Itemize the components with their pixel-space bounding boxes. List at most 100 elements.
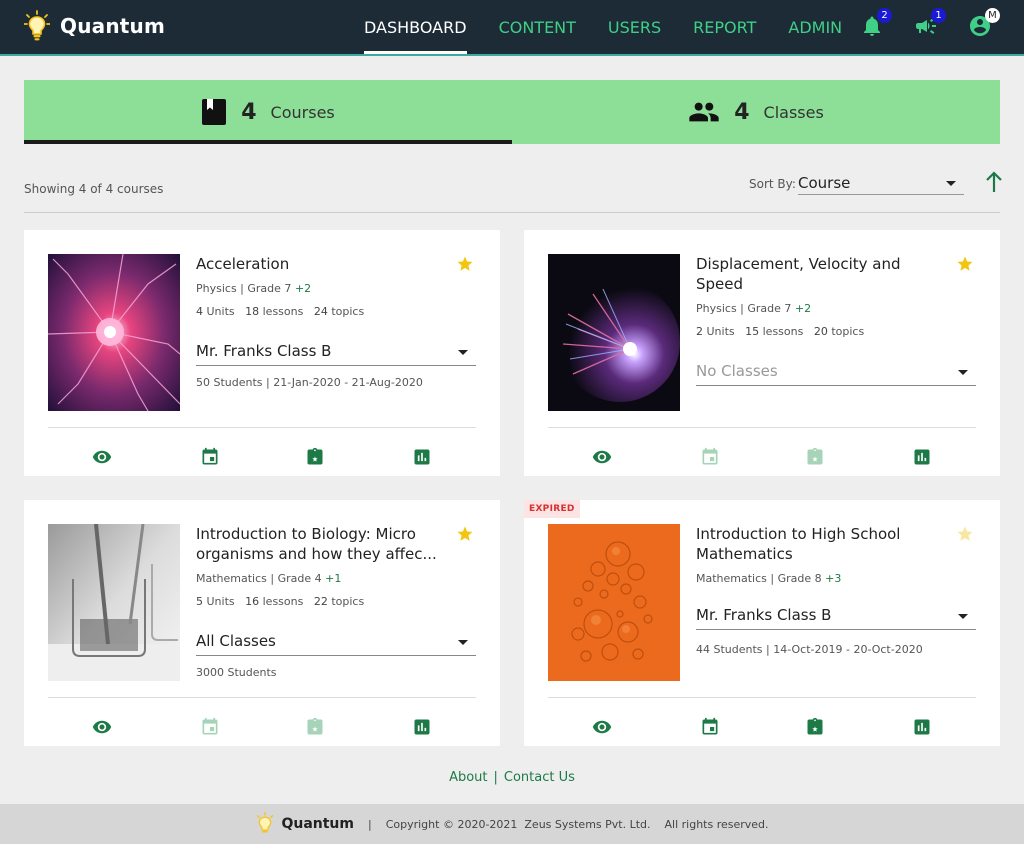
class-select[interactable]: No Classes [696, 358, 976, 386]
course-grade: Grade 7 [247, 282, 292, 295]
toolbar-divider [24, 212, 1000, 213]
lessons-count: 16 [245, 595, 260, 608]
calendar-icon [702, 447, 718, 465]
courses-count: 4 [241, 99, 257, 125]
grade-extra[interactable]: +1 [325, 572, 341, 585]
course-subject-grade: Physics | Grade 7 +2 [696, 302, 812, 315]
lessons-label: lessons [762, 325, 804, 338]
units-count: 5 [196, 595, 203, 608]
announcements-badge: 1 [931, 8, 946, 23]
nav-content[interactable]: CONTENT [499, 0, 576, 54]
assignment-star-icon[interactable] [805, 717, 825, 737]
bar-chart-icon[interactable] [912, 717, 932, 737]
bar-chart-icon[interactable] [912, 447, 932, 467]
class-select[interactable]: All Classes [196, 628, 476, 656]
notifications-button[interactable]: 2 [860, 8, 892, 38]
course-thumbnail[interactable] [48, 524, 180, 681]
chevron-down-icon [946, 181, 956, 186]
lessons-count: 18 [245, 305, 260, 318]
bar-chart-icon[interactable] [412, 447, 432, 467]
units-label: Units [706, 325, 735, 338]
bar-chart-icon[interactable] [412, 717, 432, 737]
course-title[interactable]: Introduction to High School Mathematics [696, 524, 946, 564]
footer-links: About | Contact Us [0, 770, 1024, 785]
lightbulb-icon [24, 10, 50, 41]
announcements-button[interactable]: 1 [914, 8, 946, 38]
footer: Quantum | Copyright © 2020-2021 Zeus Sys… [0, 804, 1024, 844]
lightbulb-icon [257, 812, 274, 833]
topics-label: topics [331, 305, 365, 318]
main-nav: DASHBOARD CONTENT USERS REPORT ADMIN [364, 0, 874, 54]
assignment-star-icon [307, 717, 323, 735]
course-card: Displacement, Velocity and Speed Physics… [524, 230, 1000, 476]
footer-brand-name: Quantum [281, 816, 354, 832]
eye-icon[interactable] [592, 447, 612, 467]
course-title[interactable]: Displacement, Velocity and Speed [696, 254, 946, 294]
class-select[interactable]: Mr. Franks Class B [696, 602, 976, 630]
card-divider [548, 697, 976, 698]
sort-select[interactable]: Course [798, 170, 964, 195]
about-link[interactable]: About [449, 770, 487, 785]
course-thumbnail[interactable] [548, 254, 680, 411]
units-label: Units [206, 595, 235, 608]
course-counts: 4 Units 18 lessons 24 topics [196, 305, 364, 318]
topics-label: topics [831, 325, 865, 338]
footer-brand: Quantum [255, 812, 354, 836]
calendar-icon[interactable] [700, 717, 720, 737]
course-subject-grade: Physics | Grade 7 +2 [196, 282, 312, 295]
course-subject-grade: Mathematics | Grade 4 +1 [196, 572, 342, 585]
topics-count: 20 [813, 325, 828, 338]
grade-extra[interactable]: +2 [795, 302, 811, 315]
link-separator: | [493, 770, 498, 785]
units-label: Units [206, 305, 235, 318]
copyright-text: Copyright © 2020-2021 Zeus Systems Pvt. … [385, 817, 769, 831]
lessons-count: 15 [745, 325, 760, 338]
eye-icon[interactable] [92, 447, 112, 467]
notifications-badge: 2 [877, 8, 892, 23]
nav-admin[interactable]: ADMIN [788, 0, 842, 54]
course-title[interactable]: Acceleration [196, 254, 446, 274]
topics-count: 24 [313, 305, 328, 318]
contact-link[interactable]: Contact Us [504, 770, 575, 785]
course-subject: Mathematics [196, 572, 267, 585]
profile-button[interactable]: M [968, 8, 1000, 38]
class-select[interactable]: Mr. Franks Class B [196, 338, 476, 366]
lessons-label: lessons [262, 595, 304, 608]
assignment-star-icon[interactable] [305, 447, 325, 467]
brand[interactable]: Quantum [24, 10, 165, 42]
calendar-icon [202, 717, 218, 735]
chevron-down-icon [458, 640, 468, 645]
course-counts: 5 Units 16 lessons 22 topics [196, 595, 364, 608]
course-title[interactable]: Introduction to Biology: Micro organisms… [196, 524, 446, 564]
profile-badge: M [985, 8, 1000, 23]
arrow-up-icon[interactable] [984, 170, 1004, 194]
sort-by-label: Sort By: [749, 177, 796, 191]
book-icon [202, 99, 227, 125]
chevron-down-icon [958, 614, 968, 619]
star-icon[interactable] [956, 255, 974, 273]
star-icon[interactable] [456, 525, 474, 543]
tab-courses[interactable]: 4 Courses [24, 80, 512, 144]
grade-extra[interactable]: +2 [295, 282, 311, 295]
chevron-down-icon [458, 350, 468, 355]
assignment-star-icon [807, 447, 823, 465]
course-thumbnail[interactable] [48, 254, 180, 411]
nav-users[interactable]: USERS [608, 0, 661, 54]
class-select-value: Mr. Franks Class B [696, 606, 832, 624]
tab-classes[interactable]: 4 Classes [512, 80, 1000, 144]
nav-dashboard[interactable]: DASHBOARD [364, 0, 467, 54]
grade-extra[interactable]: +3 [825, 572, 841, 585]
footer-separator: | [367, 817, 372, 831]
course-thumbnail[interactable] [548, 524, 680, 681]
star-outline-icon[interactable] [956, 525, 974, 543]
eye-icon[interactable] [92, 717, 112, 737]
course-card: Acceleration Physics | Grade 7 +2 4 Unit… [24, 230, 500, 476]
eye-icon[interactable] [592, 717, 612, 737]
course-stats: 50 Students | 21-Jan-2020 - 21-Aug-2020 [196, 376, 423, 389]
calendar-icon[interactable] [200, 447, 220, 467]
course-stats: 3000 Students [196, 666, 277, 679]
course-subject: Mathematics [696, 572, 767, 585]
course-grade: Grade 7 [747, 302, 792, 315]
nav-report[interactable]: REPORT [693, 0, 756, 54]
star-icon[interactable] [456, 255, 474, 273]
